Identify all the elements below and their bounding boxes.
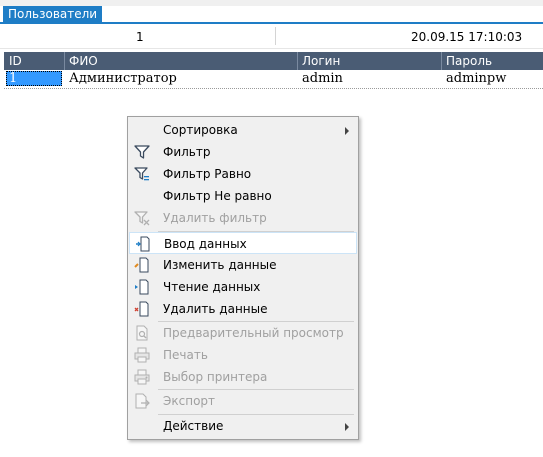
doc-delete-icon — [134, 301, 149, 317]
status-bar: 1 20.09.15 17:10:03 — [0, 24, 543, 49]
doc-add-icon — [136, 236, 150, 252]
menu-item-filter-not-equal[interactable]: Фильтр Не равно — [129, 185, 357, 207]
tab-users[interactable]: Пользователи — [3, 6, 103, 22]
menu-item-read-data[interactable]: Чтение данных — [129, 276, 357, 298]
menu-item-preview[interactable]: Предварительный просмотр — [129, 322, 357, 344]
submenu-arrow-icon — [345, 127, 349, 135]
menu-item-label: Фильтр Равно — [163, 167, 252, 181]
menu-item-filter[interactable]: Фильтр — [129, 141, 357, 163]
menu-item-action[interactable]: Действие — [129, 415, 357, 437]
menu-item-label: Экспорт — [163, 394, 216, 408]
funnel-remove-icon — [134, 211, 150, 226]
column-header-fio[interactable]: ФИО — [69, 54, 98, 68]
menu-item-label: Изменить данные — [163, 258, 277, 272]
menu-item-label: Фильтр Не равно — [163, 189, 272, 203]
doc-read-icon — [135, 279, 149, 295]
column-header-id[interactable]: ID — [9, 54, 22, 68]
menu-item-label: Выбор принтера — [163, 370, 268, 384]
menu-item-delete-data[interactable]: Удалить данные — [129, 298, 357, 320]
data-grid: ID ФИО Логин Пароль 1 Администратор admi… — [4, 52, 543, 89]
record-count: 1 — [136, 30, 144, 44]
menu-item-label: Ввод данных — [164, 237, 247, 251]
column-header-password[interactable]: Пароль — [446, 54, 492, 68]
doc-edit-icon — [134, 257, 149, 273]
menu-item-export[interactable]: Экспорт — [129, 390, 357, 412]
menu-item-label: Удалить фильтр — [163, 211, 267, 225]
submenu-arrow-icon — [345, 423, 349, 431]
funnel-icon — [134, 145, 150, 159]
printer-icon — [134, 347, 150, 363]
preview-icon — [136, 325, 148, 341]
column-header-login[interactable]: Логин — [302, 54, 340, 68]
tab-bar: Пользователи — [0, 6, 543, 24]
grid-header: ID ФИО Логин Пароль — [4, 52, 543, 70]
menu-item-remove-filter[interactable]: Удалить фильтр — [129, 207, 357, 229]
cell-login[interactable]: admin — [302, 71, 343, 86]
menu-item-label: Сортировка — [163, 123, 238, 137]
column-separator[interactable] — [64, 52, 65, 70]
column-separator[interactable] — [441, 52, 442, 70]
cell-fio[interactable]: Администратор — [69, 71, 177, 86]
cell-id[interactable]: 1 — [6, 71, 62, 86]
status-divider — [275, 27, 276, 45]
menu-item-label: Печать — [163, 348, 208, 362]
menu-item-label: Предварительный просмотр — [163, 326, 344, 340]
column-separator[interactable] — [297, 52, 298, 70]
menu-item-label: Удалить данные — [163, 302, 268, 316]
menu-item-sort[interactable]: Сортировка — [129, 119, 357, 141]
menu-item-edit-data[interactable]: Изменить данные — [129, 254, 357, 276]
menu-item-data-entry[interactable]: Ввод данных — [129, 232, 357, 254]
funnel-equal-icon — [134, 167, 149, 181]
cell-password[interactable]: adminpw — [446, 71, 506, 86]
menu-item-label: Чтение данных — [163, 280, 261, 294]
context-menu: Сортировка Фильтр Фильтр Равно Фильтр Не… — [127, 116, 359, 440]
menu-item-select-printer[interactable]: Выбор принтера — [129, 366, 357, 388]
menu-item-label: Действие — [163, 419, 224, 433]
status-datetime: 20.09.15 17:10:03 — [411, 30, 523, 44]
export-icon — [135, 393, 150, 409]
menu-item-filter-equal[interactable]: Фильтр Равно — [129, 163, 357, 185]
printer-select-icon — [134, 369, 150, 385]
menu-item-label: Фильтр — [163, 145, 211, 159]
table-row[interactable]: 1 Администратор admin adminpw — [4, 70, 543, 89]
menu-item-print[interactable]: Печать — [129, 344, 357, 366]
